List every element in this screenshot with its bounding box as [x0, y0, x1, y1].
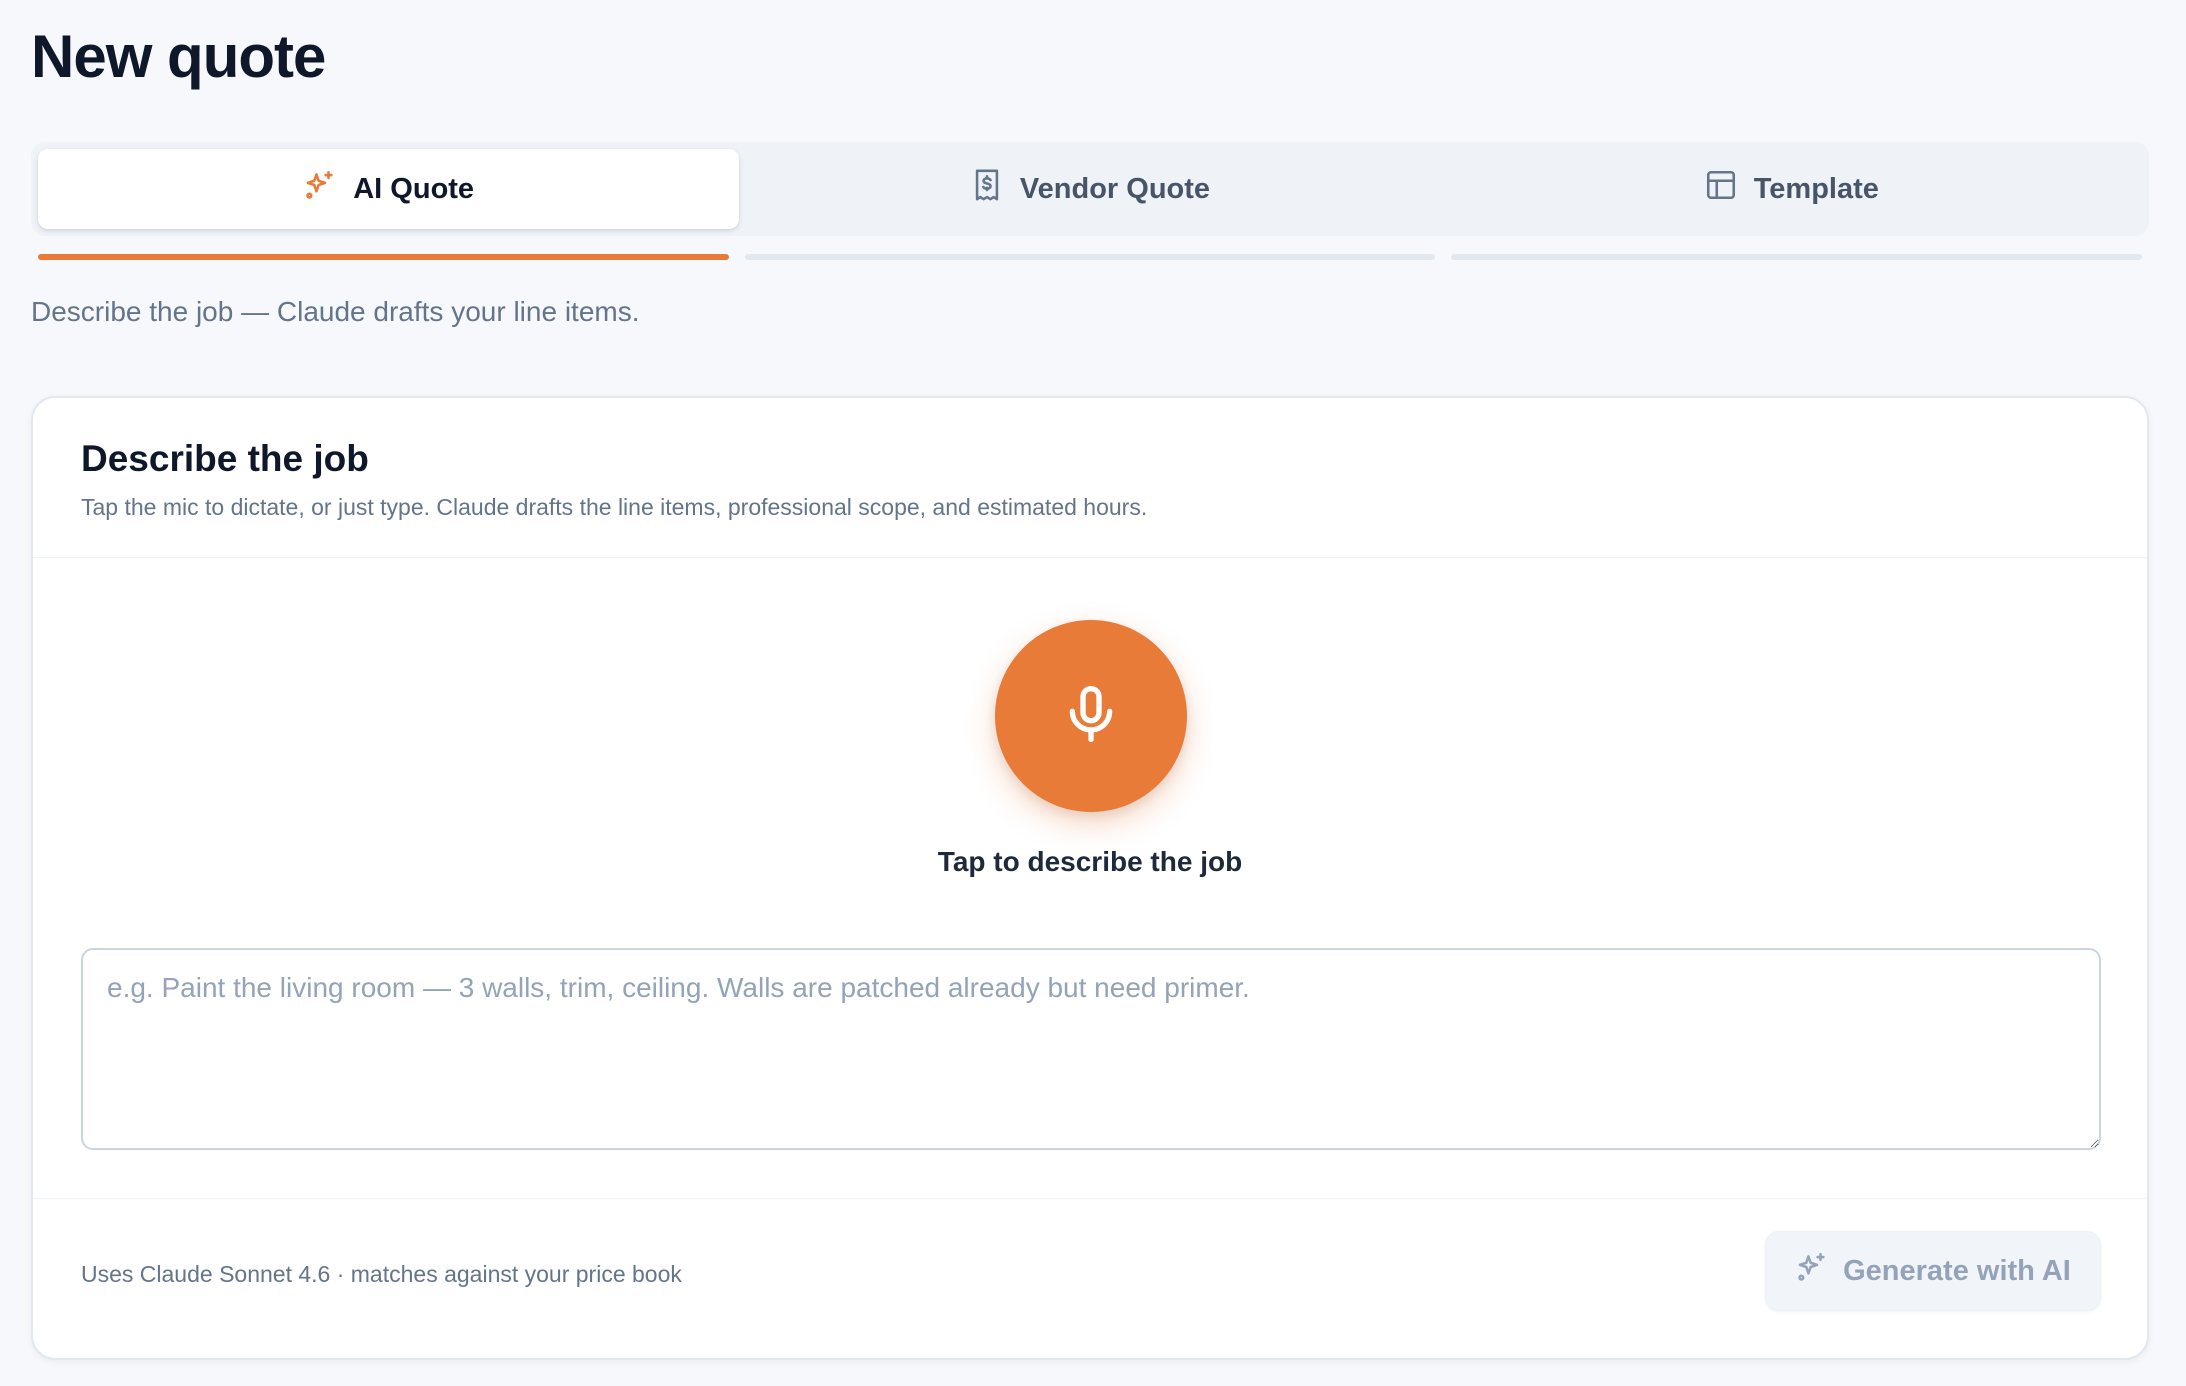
tab-progress-indicator: [38, 254, 2143, 260]
sparkles-icon: [1795, 1250, 1829, 1292]
card-footer: Uses Claude Sonnet 4.6 · matches against…: [33, 1198, 2147, 1358]
tab-vendor-quote[interactable]: Vendor Quote: [739, 149, 1440, 229]
generate-button-label: Generate with AI: [1843, 1254, 2071, 1287]
tab-ai-quote[interactable]: AI Quote: [38, 149, 740, 229]
microphone-icon: [1059, 682, 1123, 751]
progress-segment-vendor-quote: [744, 254, 1436, 260]
tab-label: Template: [1753, 172, 1879, 205]
mic-button[interactable]: [995, 620, 1187, 812]
model-note: Uses Claude Sonnet 4.6 · matches against…: [81, 1261, 682, 1287]
describe-job-card: Describe the job Tap the mic to dictate,…: [31, 396, 2149, 1360]
job-description-input[interactable]: [81, 948, 2101, 1150]
progress-segment-ai-quote: [38, 254, 729, 260]
mic-label: Tap to describe the job: [937, 846, 1243, 877]
sparkles-icon: [303, 168, 337, 210]
tab-template[interactable]: Template: [1441, 149, 2142, 229]
tab-label: Vendor Quote: [1019, 172, 1211, 205]
card-header: Describe the job Tap the mic to dictate,…: [33, 398, 2147, 558]
quote-type-tabs: AI Quote Vendor Quote Template: [31, 142, 2149, 236]
generate-with-ai-button[interactable]: Generate with AI: [1765, 1231, 2101, 1311]
page-title: New quote: [31, 23, 326, 90]
layout-template-icon: [1704, 168, 1738, 210]
page-subtitle: Describe the job — Claude drafts your li…: [31, 296, 640, 327]
tab-label: AI Quote: [353, 172, 475, 205]
progress-segment-template: [1451, 254, 2143, 260]
card-description: Tap the mic to dictate, or just type. Cl…: [81, 494, 1148, 520]
card-title: Describe the job: [81, 438, 369, 479]
page: New quote AI Quote Vendor Quote Template…: [0, 0, 2186, 1386]
receipt-dollar-icon: [970, 168, 1004, 210]
